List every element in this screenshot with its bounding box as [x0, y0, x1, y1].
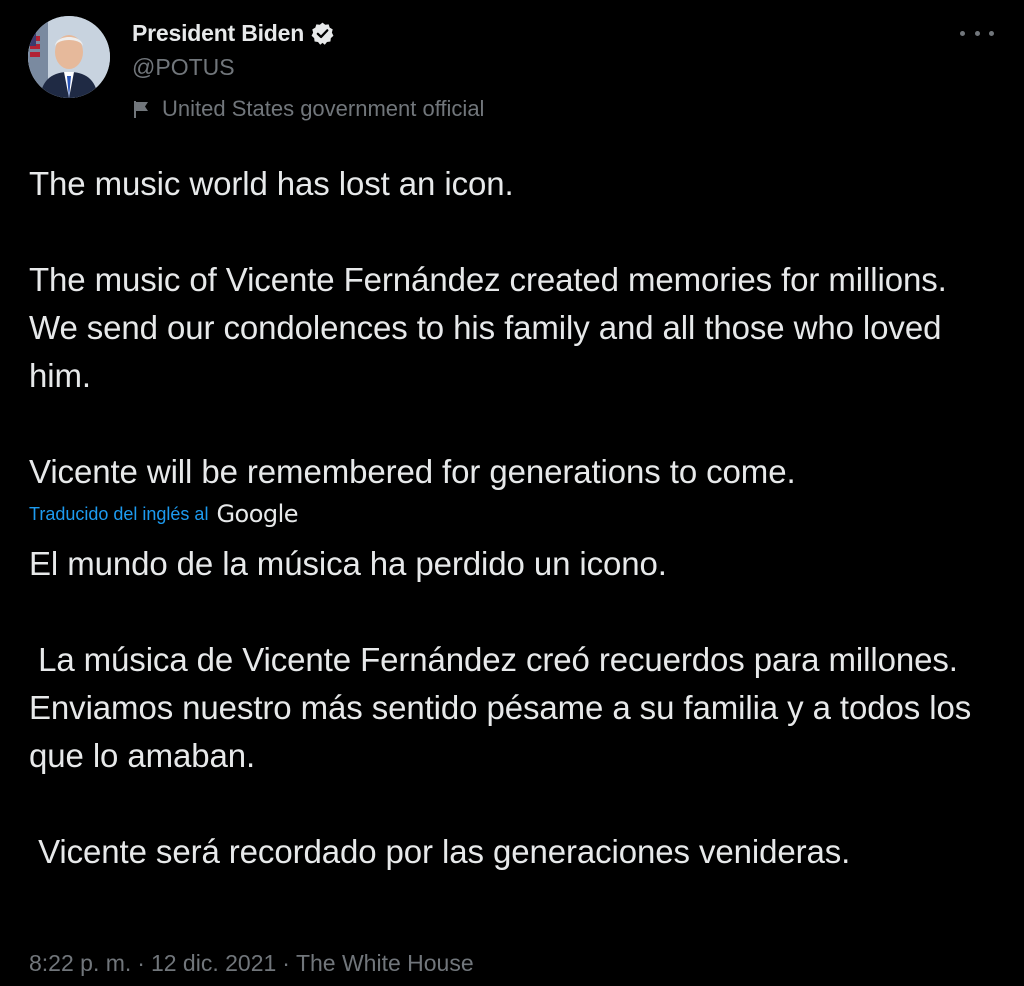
author-name-row: President Biden	[132, 16, 484, 50]
verified-badge-icon	[310, 21, 335, 46]
tweet-text: The music world has lost an icon. The mu…	[29, 165, 947, 490]
more-dot	[989, 30, 994, 36]
author-avatar[interactable]	[28, 16, 110, 98]
translated-tweet-text: El mundo de la música ha perdido un icon…	[29, 545, 972, 870]
avatar-photo-icon	[28, 16, 110, 98]
translated-from-link[interactable]: Traducido del inglés al	[29, 504, 208, 525]
tweet-time[interactable]: 8:22 p. m.	[29, 950, 131, 977]
flag-icon	[132, 99, 152, 119]
tweet-card: President Biden @POTUS United States gov…	[0, 0, 1024, 986]
government-label-text: United States government official	[162, 96, 485, 121]
author-info: President Biden @POTUS United States gov…	[132, 16, 484, 124]
meta-separator: ·	[282, 950, 290, 976]
translation-attribution: Traducido del inglés al Google	[29, 497, 299, 531]
more-dot	[974, 30, 980, 36]
more-options-button[interactable]	[960, 22, 994, 44]
tweet-date[interactable]: 12 dic. 2021	[151, 950, 276, 977]
tweet-source[interactable]: The White House	[296, 950, 474, 977]
more-horizontal-icon	[960, 30, 965, 36]
author-handle[interactable]: @POTUS	[132, 52, 484, 82]
tweet-metadata: 8:22 p. m. · 12 dic. 2021 · The White Ho…	[29, 950, 474, 977]
author-display-name[interactable]: President Biden	[132, 20, 304, 47]
meta-separator: ·	[137, 950, 145, 976]
government-label[interactable]: United States government official	[132, 94, 484, 124]
google-logo: Google	[216, 500, 299, 528]
